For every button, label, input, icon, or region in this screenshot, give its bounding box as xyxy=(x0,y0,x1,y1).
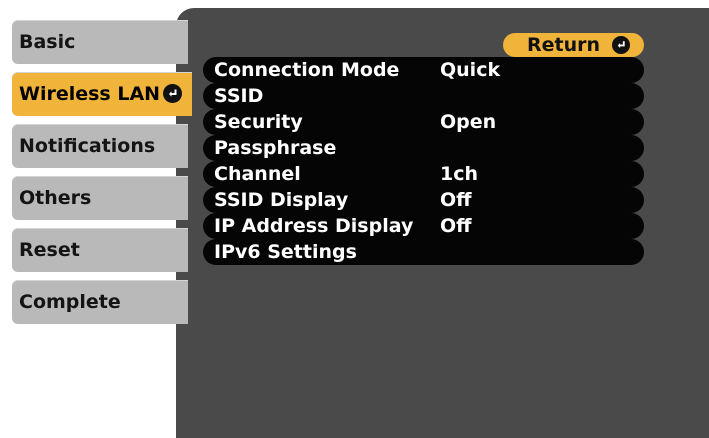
setting-label: Security xyxy=(214,111,303,133)
setting-value: 1ch xyxy=(440,163,479,185)
setting-row-ssid-display[interactable]: SSID Display Off xyxy=(203,187,644,213)
setting-value: Off xyxy=(440,189,472,211)
setting-row-ssid[interactable]: SSID xyxy=(203,83,644,109)
setting-row-security[interactable]: Security Open xyxy=(203,109,644,135)
settings-list: Connection Mode Quick SSID Security Open… xyxy=(203,57,644,265)
setting-row-connection-mode[interactable]: Connection Mode Quick xyxy=(203,57,644,83)
tab-label: Others xyxy=(19,187,92,209)
projector-menu-screen: Basic Wireless LAN Notifications Others … xyxy=(0,0,709,438)
setting-row-ip-address-display[interactable]: IP Address Display Off xyxy=(203,213,644,239)
setting-row-ipv6-settings[interactable]: IPv6 Settings xyxy=(203,239,644,265)
setting-row-passphrase[interactable]: Passphrase xyxy=(203,135,644,161)
tab-label: Basic xyxy=(19,31,76,53)
setting-label: Connection Mode xyxy=(214,59,400,81)
setting-label: IPv6 Settings xyxy=(214,241,357,263)
tab-label: Reset xyxy=(19,239,80,261)
tab-others[interactable]: Others xyxy=(12,176,188,220)
setting-label: Channel xyxy=(214,163,301,185)
setting-label: SSID xyxy=(214,85,264,107)
tab-reset[interactable]: Reset xyxy=(12,228,188,272)
setting-label: SSID Display xyxy=(214,189,349,211)
sidebar-tabs: Basic Wireless LAN Notifications Others … xyxy=(12,20,192,332)
setting-value: Open xyxy=(440,111,497,133)
setting-value: Off xyxy=(440,215,472,237)
tab-notifications[interactable]: Notifications xyxy=(12,124,188,168)
setting-value: Quick xyxy=(440,59,501,81)
return-label: Return xyxy=(527,34,601,56)
setting-row-channel[interactable]: Channel 1ch xyxy=(203,161,644,187)
tab-label: Notifications xyxy=(19,135,156,157)
tab-complete[interactable]: Complete xyxy=(12,280,188,324)
return-button[interactable]: Return xyxy=(503,33,644,57)
enter-icon xyxy=(612,36,630,54)
enter-icon xyxy=(163,84,182,103)
tab-label: Complete xyxy=(19,291,121,313)
tab-wireless-lan[interactable]: Wireless LAN xyxy=(12,72,192,116)
tab-basic[interactable]: Basic xyxy=(12,20,188,64)
setting-label: IP Address Display xyxy=(214,215,414,237)
setting-label: Passphrase xyxy=(214,137,337,159)
tab-label: Wireless LAN xyxy=(19,83,161,105)
